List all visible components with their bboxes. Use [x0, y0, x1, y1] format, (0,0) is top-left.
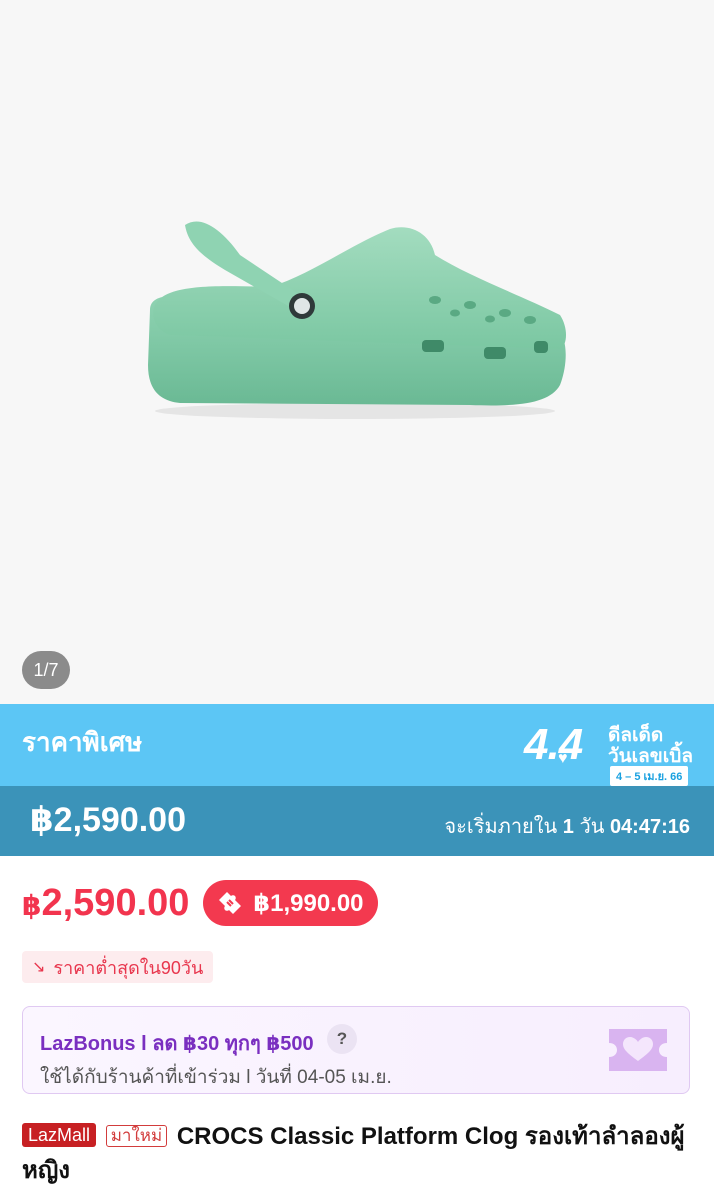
- special-price-banner[interactable]: ราคาพิเศษ 4.4 ♥ ดีลเด็ด วันเลขเบิ้ล 4 – …: [0, 704, 714, 786]
- image-counter: 1/7: [22, 651, 70, 689]
- current-price: ฿2,590.00: [22, 882, 189, 925]
- countdown-timer: จะเริ่มภายใน 1 วัน 04:47:16: [444, 810, 690, 842]
- lazbonus-card[interactable]: LazBonus l ลด ฿30 ทุกๆ ฿500 ? ใช้ได้กับร…: [22, 1006, 690, 1094]
- special-price-countdown-bar: ฿2,590.00 จะเริ่มภายใน 1 วัน 04:47:16: [0, 786, 714, 856]
- countdown-days: 1: [562, 816, 574, 838]
- new-badge: มาใหม่: [105, 1125, 168, 1147]
- voucher-heart-icon: [609, 1029, 667, 1071]
- lazbonus-subtitle: ใช้ได้กับร้านค้าที่เข้าร่วม l วันที่ 04-…: [40, 1067, 392, 1088]
- heart-icon: ♥: [558, 750, 568, 767]
- special-price-value: ฿2,590.00: [30, 801, 187, 839]
- lazmall-badge: LazMall: [22, 1123, 97, 1147]
- countdown-time: 04:47:16: [609, 816, 690, 838]
- lowest-price-label: ราคาต่ำสุดใน90วัน: [53, 957, 204, 978]
- price-row: ฿2,590.00 ฿1,990.00: [22, 878, 378, 928]
- trend-down-icon: ↘: [32, 959, 46, 976]
- lazbonus-title: LazBonus l ลด ฿30 ทุกๆ ฿500: [40, 1033, 314, 1055]
- voucher-price-value: ฿1,990.00: [253, 889, 364, 917]
- special-price-label: ราคาพิเศษ: [22, 727, 143, 757]
- lowest-price-tag: ↘ ราคาต่ำสุดใน90วัน: [22, 951, 214, 983]
- countdown-prefix: จะเริ่มภายใน: [444, 816, 558, 838]
- product-image-clog: [148, 221, 566, 419]
- campaign-badge-number: 4.4: [524, 720, 583, 769]
- voucher-price-button[interactable]: ฿1,990.00: [203, 880, 378, 926]
- ticket-icon: [219, 892, 242, 914]
- campaign-badge: 4.4 ♥ ดีลเด็ด วันเลขเบิ้ล 4 – 5 เม.ย. 66: [524, 714, 694, 786]
- help-icon[interactable]: ?: [327, 1024, 357, 1054]
- currency-symbol: ฿: [22, 889, 42, 921]
- current-price-value: 2,590.00: [41, 881, 190, 924]
- campaign-badge-date: 4 – 5 เม.ย. 66: [610, 766, 689, 786]
- countdown-unit: วัน: [579, 816, 605, 838]
- product-title-row: LazMall มาใหม่ CROCS Classic Platform Cl…: [22, 1120, 694, 1188]
- product-image-gallery[interactable]: 1/7: [0, 0, 714, 704]
